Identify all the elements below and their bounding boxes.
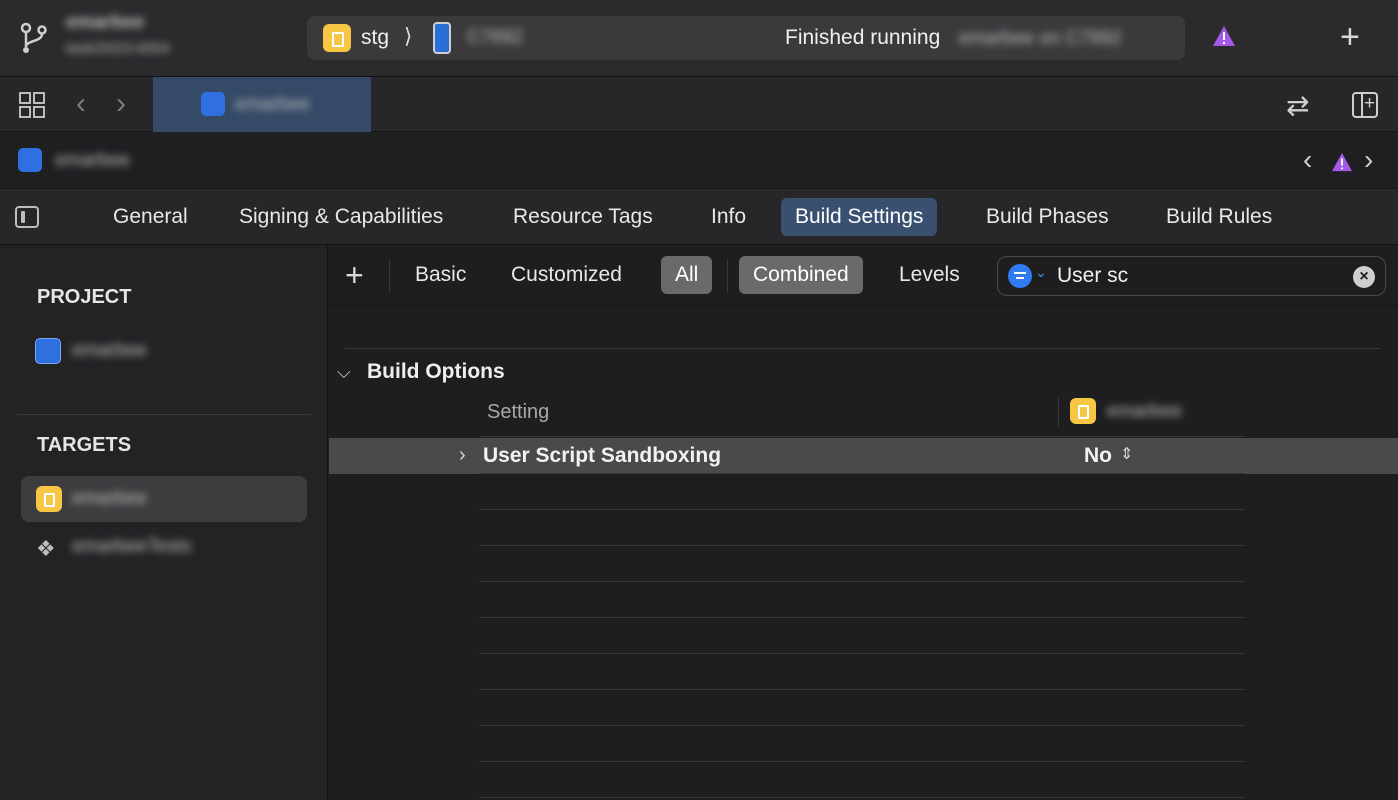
filter-all[interactable]: All: [661, 256, 713, 294]
view-levels[interactable]: Levels: [885, 256, 974, 294]
setting-value[interactable]: No: [1084, 444, 1112, 468]
forward-chevron-icon[interactable]: ›: [116, 87, 126, 121]
jump-bar-project[interactable]: emarbee: [55, 150, 130, 172]
tab-label: emarbee: [235, 94, 310, 115]
project-editor-tabs: General Signing & Capabilities Resource …: [0, 189, 1398, 245]
settings-search-field[interactable]: ⌄ ×: [997, 256, 1386, 296]
test-target-icon: ❖: [36, 536, 56, 561]
editor-tab-bar: ‹ › emarbee ⇄: [0, 77, 1398, 132]
window-toolbar: emarbee task/2023-0004 stg ⟩ C7892 Finis…: [0, 0, 1398, 77]
tab-info[interactable]: Info: [697, 198, 760, 236]
source-control-branch-icon[interactable]: [18, 20, 50, 56]
previous-issue-icon[interactable]: ‹: [1303, 144, 1312, 176]
divider: [345, 348, 1380, 349]
project-name: emarbee: [66, 12, 145, 33]
row-divider: [479, 509, 1245, 510]
iphone-device-icon[interactable]: [433, 22, 451, 54]
build-settings-filter-bar: + Basic Customized All Combined Levels ⌄…: [329, 246, 1398, 306]
row-divider: [479, 545, 1245, 546]
target-item-selected[interactable]: emarbee: [21, 476, 307, 522]
app-target-icon: [1070, 398, 1096, 424]
tab-build-settings[interactable]: Build Settings: [781, 198, 938, 236]
row-divider: [479, 761, 1245, 762]
project-file-icon: [201, 92, 225, 116]
project-file-icon: [35, 338, 61, 364]
tab-general[interactable]: General: [99, 198, 202, 236]
target-label: emarbee: [72, 488, 147, 509]
group-title-build-options[interactable]: Build Options: [367, 360, 505, 384]
filter-icon[interactable]: [1008, 264, 1032, 288]
chevron-right-icon: ⟩: [404, 25, 413, 48]
targets-section-header: TARGETS: [37, 434, 132, 456]
add-build-setting-icon[interactable]: +: [345, 256, 364, 294]
add-editor-split-icon[interactable]: [1352, 92, 1378, 118]
view-combined[interactable]: Combined: [739, 256, 863, 294]
scheme-selector[interactable]: stg: [361, 26, 389, 50]
next-issue-icon[interactable]: ›: [1364, 144, 1373, 176]
row-divider: [479, 653, 1245, 654]
setting-name: User Script Sandboxing: [483, 444, 722, 467]
project-targets-sidebar: PROJECT emarbee TARGETS emarbee ❖ emarbe…: [0, 246, 328, 800]
back-chevron-icon[interactable]: ‹: [76, 87, 86, 121]
related-items-grid-icon[interactable]: [18, 91, 46, 119]
column-header-setting: Setting: [487, 401, 550, 423]
filter-basic[interactable]: Basic: [401, 256, 480, 294]
divider: [727, 259, 728, 293]
app-target-icon: [36, 486, 62, 512]
jump-bar: emarbee ‹ ›: [0, 132, 1398, 189]
chevron-down-icon[interactable]: ⌵: [337, 362, 351, 383]
row-divider: [479, 617, 1245, 618]
build-status-text: Finished running: [785, 26, 941, 49]
tab-resource-tags[interactable]: Resource Tags: [499, 198, 667, 236]
chevron-right-icon[interactable]: ›: [459, 444, 466, 467]
clear-search-icon[interactable]: ×: [1353, 266, 1375, 288]
search-input[interactable]: [1057, 264, 1337, 288]
row-divider: [479, 581, 1245, 582]
filter-customized[interactable]: Customized: [497, 256, 636, 294]
divider: [1058, 398, 1059, 426]
project-item[interactable]: emarbee: [72, 340, 147, 362]
warning-triangle-icon[interactable]: [1331, 152, 1353, 172]
build-settings-editor: + Basic Customized All Combined Levels ⌄…: [329, 246, 1398, 800]
row-divider: [479, 797, 1245, 798]
divider: [479, 436, 1245, 437]
target-item-tests[interactable]: emarbeeTests: [72, 536, 191, 558]
build-status-target: emarbee on C7892: [959, 28, 1122, 49]
chevron-down-icon[interactable]: ⌄: [1035, 264, 1047, 281]
tab-build-phases[interactable]: Build Phases: [972, 198, 1123, 236]
project-file-icon: [18, 148, 42, 172]
app-target-icon: [323, 24, 351, 52]
activity-view: stg ⟩ C7892 Finished running emarbee on …: [307, 16, 1185, 60]
row-divider: [479, 689, 1245, 690]
updown-chevron-icon[interactable]: ⇕: [1120, 444, 1133, 464]
project-section-header: PROJECT: [37, 286, 132, 308]
plus-icon[interactable]: +: [1340, 17, 1360, 57]
branch-name: task/2023-0004: [66, 40, 170, 57]
device-selector[interactable]: C7892: [467, 27, 523, 49]
row-divider: [479, 725, 1245, 726]
tab-signing-capabilities[interactable]: Signing & Capabilities: [225, 198, 457, 236]
row-divider: [479, 473, 1245, 474]
sidebar-toggle-icon[interactable]: [15, 206, 39, 228]
divider: [17, 414, 311, 415]
table-row[interactable]: › User Script Sandboxing No ⇕: [329, 438, 1398, 474]
swap-arrows-icon[interactable]: ⇄: [1286, 89, 1309, 122]
divider: [389, 259, 390, 293]
warning-triangle-icon[interactable]: [1212, 25, 1236, 47]
column-header-target: emarbee: [1107, 401, 1182, 422]
tab-project[interactable]: emarbee: [153, 77, 371, 132]
tab-build-rules[interactable]: Build Rules: [1152, 198, 1286, 236]
